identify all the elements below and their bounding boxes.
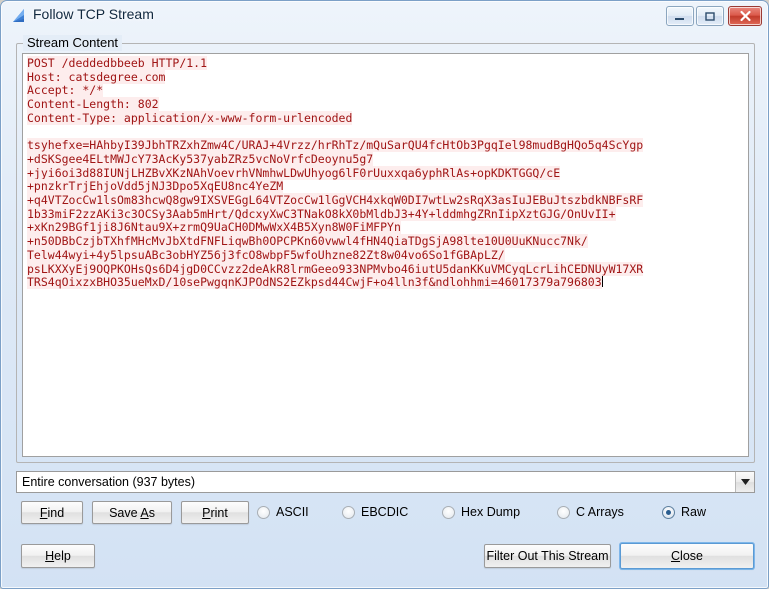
maximize-button[interactable] xyxy=(696,6,724,26)
radio-hex-dump[interactable]: Hex Dump xyxy=(442,501,520,523)
text-caret xyxy=(601,276,603,288)
print-button[interactable]: Print xyxy=(181,501,249,524)
close-dialog-button[interactable]: Close xyxy=(620,543,754,569)
stream-content-textarea[interactable]: POST /deddedbbeeb HTTP/1.1 Host: catsdeg… xyxy=(22,53,749,457)
title-bar: Follow TCP Stream xyxy=(1,1,769,31)
conversation-select-value: Entire conversation (937 bytes) xyxy=(22,475,196,489)
radio-c-arrays-label: C Arrays xyxy=(576,505,624,519)
find-button-label: Find xyxy=(39,505,65,520)
radio-hex-dump-indicator xyxy=(442,505,455,519)
radio-raw-label: Raw xyxy=(681,505,707,519)
minimize-icon xyxy=(667,7,693,25)
filter-out-this-stream-label: Filter Out This Stream xyxy=(486,549,609,563)
print-button-label: Print xyxy=(202,505,228,520)
wireshark-shark-fin-icon xyxy=(11,8,28,24)
window-title: Follow TCP Stream xyxy=(33,6,154,22)
minimize-button[interactable] xyxy=(666,6,694,26)
radio-ebcdic-label: EBCDIC xyxy=(361,505,409,519)
stream-content-text: POST /deddedbbeeb HTTP/1.1 Host: catsdeg… xyxy=(27,56,644,290)
radio-c-arrays[interactable]: C Arrays xyxy=(557,501,624,523)
radio-raw[interactable]: Raw xyxy=(662,501,706,523)
close-dialog-label: Close xyxy=(671,549,703,563)
radio-ascii-indicator xyxy=(257,505,270,519)
save-as-button[interactable]: Save As xyxy=(92,501,172,524)
save-as-button-label: Save As xyxy=(109,505,155,520)
follow-tcp-stream-window: Follow TCP Stream Stream Content POST /d… xyxy=(0,0,769,589)
radio-hex-dump-label: Hex Dump xyxy=(461,505,521,519)
help-button[interactable]: Help xyxy=(21,544,95,568)
find-button[interactable]: Find xyxy=(21,501,83,524)
radio-c-arrays-indicator xyxy=(557,505,570,519)
close-window-button[interactable] xyxy=(728,6,762,26)
chevron-down-icon[interactable] xyxy=(735,472,754,492)
stream-content-legend: Stream Content xyxy=(23,35,123,51)
radio-ebcdic[interactable]: EBCDIC xyxy=(342,501,408,523)
radio-ascii[interactable]: ASCII xyxy=(257,501,309,523)
help-button-label: Help xyxy=(45,549,71,563)
close-icon xyxy=(729,7,761,25)
filter-out-this-stream-button[interactable]: Filter Out This Stream xyxy=(484,544,611,568)
maximize-icon xyxy=(697,7,723,25)
conversation-select[interactable]: Entire conversation (937 bytes) xyxy=(16,471,755,493)
radio-raw-indicator xyxy=(662,505,675,519)
radio-ascii-label: ASCII xyxy=(276,505,309,519)
radio-ebcdic-indicator xyxy=(342,505,355,519)
